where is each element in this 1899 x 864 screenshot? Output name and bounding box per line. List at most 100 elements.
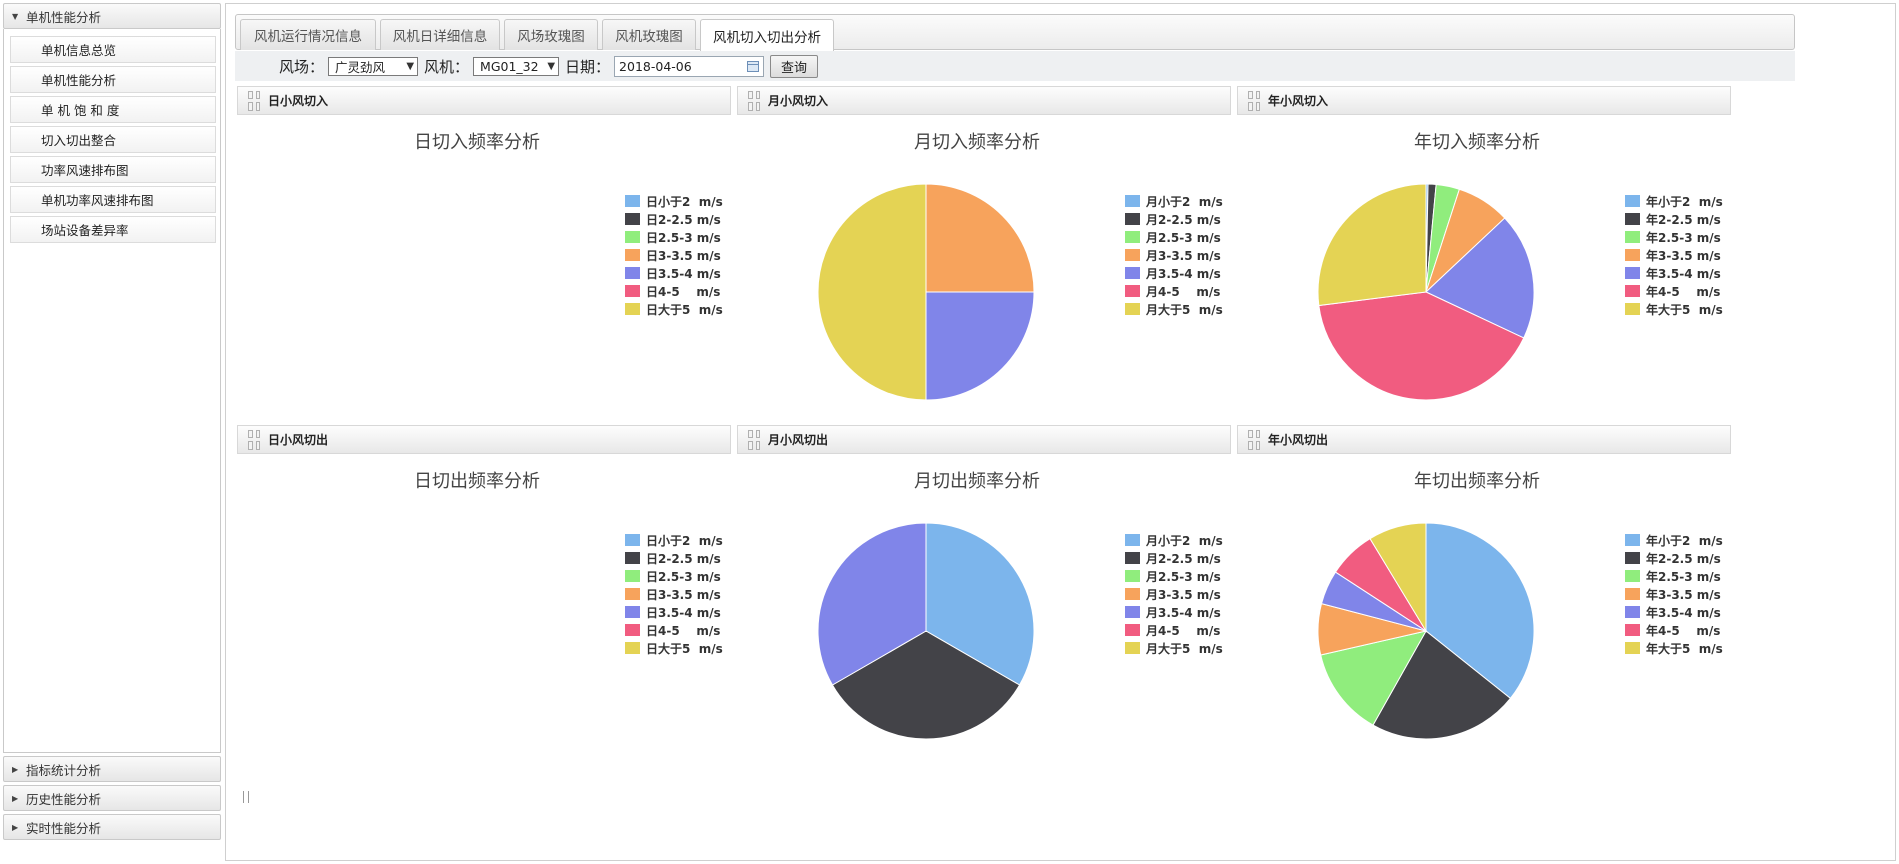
legend-swatch <box>625 267 640 279</box>
legend-item[interactable]: 日2-2.5 m/s <box>625 210 723 228</box>
accordion-header-closed[interactable]: ▶ 实时性能分析 <box>3 814 221 840</box>
legend-item[interactable]: 月3-3.5 m/s <box>1125 585 1223 603</box>
legend-item[interactable]: 日3-3.5 m/s <box>625 246 723 264</box>
legend-label: 日3-3.5 m/s <box>646 587 721 602</box>
legend-item[interactable]: 日大于5 m/s <box>625 300 723 318</box>
pie-slice[interactable] <box>1317 183 1427 307</box>
legend-swatch <box>1625 267 1640 279</box>
legend-label: 月3-3.5 m/s <box>1146 587 1221 602</box>
legend-item[interactable]: 日4-5 m/s <box>625 282 723 300</box>
farm-select[interactable]: 广灵劲风 ▼ <box>328 56 419 76</box>
menu-item[interactable]: 单机信息总览 <box>10 36 216 63</box>
tab-turbine-status[interactable]: 风机运行情况信息 <box>240 19 376 50</box>
legend-swatch <box>625 213 640 225</box>
menu-item[interactable]: 单 机 饱 和 度 <box>10 96 216 123</box>
legend-label: 年小于2 m/s <box>1646 533 1723 548</box>
legend-item[interactable]: 年3.5-4 m/s <box>1625 264 1723 282</box>
legend-item[interactable]: 年4-5 m/s <box>1625 621 1723 639</box>
tab-cut-in-out[interactable]: 风机切入切出分析 <box>700 19 834 51</box>
legend-item[interactable]: 日3.5-4 m/s <box>625 603 723 621</box>
legend-swatch <box>1125 642 1140 654</box>
pie-slice[interactable] <box>817 183 927 401</box>
legend-item[interactable]: 月小于2 m/s <box>1125 531 1223 549</box>
legend-swatch <box>1625 588 1640 600</box>
legend-item[interactable]: 年2-2.5 m/s <box>1625 210 1723 228</box>
chart-legend: 日小于2 m/s 日2-2.5 m/s 日2.5-3 m/s 日3-3.5 m/s 日3… <box>625 531 723 657</box>
legend-item[interactable]: 日3.5-4 m/s <box>625 264 723 282</box>
legend-item[interactable]: 年3.5-4 m/s <box>1625 603 1723 621</box>
legend-label: 月小于2 m/s <box>1146 194 1223 209</box>
accordion-header-closed[interactable]: ▶ 历史性能分析 <box>3 785 221 811</box>
legend-item[interactable]: 月4-5 m/s <box>1125 282 1223 300</box>
legend-item[interactable]: 年3-3.5 m/s <box>1625 585 1723 603</box>
legend-label: 年大于5 m/s <box>1646 302 1723 317</box>
pie-slice[interactable] <box>925 183 1035 293</box>
legend-item[interactable]: 年小于2 m/s <box>1625 531 1723 549</box>
legend-item[interactable]: 月2-2.5 m/s <box>1125 210 1223 228</box>
tab-farm-rose[interactable]: 风场玫瑰图 <box>504 19 598 50</box>
turbine-select[interactable]: MG01_32 ▼ <box>473 56 560 76</box>
pie-chart <box>237 86 617 406</box>
menu-item[interactable]: 切入切出整合 <box>10 126 216 153</box>
accordion-panel: 单机信息总览 单机性能分析 单 机 饱 和 度 切入切出整合 功率风速排布图 单… <box>3 29 221 753</box>
chart-legend: 日小于2 m/s 日2-2.5 m/s 日2.5-3 m/s 日3-3.5 m/s 日3… <box>625 192 723 318</box>
legend-item[interactable]: 年4-5 m/s <box>1625 282 1723 300</box>
legend-item[interactable]: 月2.5-3 m/s <box>1125 228 1223 246</box>
legend-label: 年4-5 m/s <box>1646 623 1721 638</box>
legend-label: 日2.5-3 m/s <box>646 230 721 245</box>
pie-slice[interactable] <box>925 291 1035 401</box>
accordion-header-open[interactable]: ▼ 单机性能分析 <box>3 3 221 29</box>
legend-item[interactable]: 日大于5 m/s <box>625 639 723 657</box>
legend-item[interactable]: 日小于2 m/s <box>625 192 723 210</box>
legend-swatch <box>1625 303 1640 315</box>
legend-label: 日4-5 m/s <box>646 623 721 638</box>
legend-label: 日2.5-3 m/s <box>646 569 721 584</box>
legend-item[interactable]: 日3-3.5 m/s <box>625 585 723 603</box>
legend-item[interactable]: 日2.5-3 m/s <box>625 228 723 246</box>
menu-item[interactable]: 功率风速排布图 <box>10 156 216 183</box>
triangle-right-icon: ▶ <box>12 822 19 832</box>
legend-item[interactable]: 日2-2.5 m/s <box>625 549 723 567</box>
farm-select-value: 广灵劲风 <box>335 59 386 75</box>
legend-label: 日3-3.5 m/s <box>646 248 721 263</box>
query-button[interactable]: 查询 <box>770 54 819 78</box>
legend-item[interactable]: 年2-2.5 m/s <box>1625 549 1723 567</box>
legend-label: 年2-2.5 m/s <box>1646 551 1721 566</box>
accordion-header-label: 历史性能分析 <box>26 791 102 807</box>
legend-item[interactable]: 年小于2 m/s <box>1625 192 1723 210</box>
tab-turbine-daily[interactable]: 风机日详细信息 <box>380 19 500 50</box>
legend-item[interactable]: 月小于2 m/s <box>1125 192 1223 210</box>
legend-swatch <box>625 285 640 297</box>
legend-item[interactable]: 月大于5 m/s <box>1125 300 1223 318</box>
legend-item[interactable]: 月4-5 m/s <box>1125 621 1223 639</box>
legend-item[interactable]: 日2.5-3 m/s <box>625 567 723 585</box>
legend-item[interactable]: 月2-2.5 m/s <box>1125 549 1223 567</box>
accordion-header-closed[interactable]: ▶ 指标统计分析 <box>3 756 221 782</box>
legend-swatch <box>625 570 640 582</box>
legend-swatch <box>1125 195 1140 207</box>
tab-turbine-rose[interactable]: 风机玫瑰图 <box>602 19 696 50</box>
legend-item[interactable]: 年3-3.5 m/s <box>1625 246 1723 264</box>
legend-item[interactable]: 年2.5-3 m/s <box>1625 228 1723 246</box>
calendar-icon[interactable] <box>747 60 760 72</box>
menu-item[interactable]: 单机功率风速排布图 <box>10 186 216 213</box>
legend-item[interactable]: 月2.5-3 m/s <box>1125 567 1223 585</box>
date-label: 日期： <box>565 57 611 76</box>
legend-item[interactable]: 月大于5 m/s <box>1125 639 1223 657</box>
legend-item[interactable]: 年大于5 m/s <box>1625 300 1723 318</box>
menu-item[interactable]: 场站设备差异率 <box>10 216 216 243</box>
date-input[interactable]: 2018-04-06 <box>614 55 765 77</box>
legend-label: 年2-2.5 m/s <box>1646 212 1721 227</box>
legend-item[interactable]: 月3.5-4 m/s <box>1125 603 1223 621</box>
pie-chart <box>237 425 617 745</box>
legend-label: 日2-2.5 m/s <box>646 212 721 227</box>
menu-item[interactable]: 单机性能分析 <box>10 66 216 93</box>
legend-item[interactable]: 日小于2 m/s <box>625 531 723 549</box>
legend-item[interactable]: 年大于5 m/s <box>1625 639 1723 657</box>
resize-handle[interactable] <box>243 791 249 803</box>
legend-item[interactable]: 月3-3.5 m/s <box>1125 246 1223 264</box>
legend-item[interactable]: 月3.5-4 m/s <box>1125 264 1223 282</box>
legend-item[interactable]: 年2.5-3 m/s <box>1625 567 1723 585</box>
legend-item[interactable]: 日4-5 m/s <box>625 621 723 639</box>
date-value: 2018-04-06 <box>619 58 692 74</box>
